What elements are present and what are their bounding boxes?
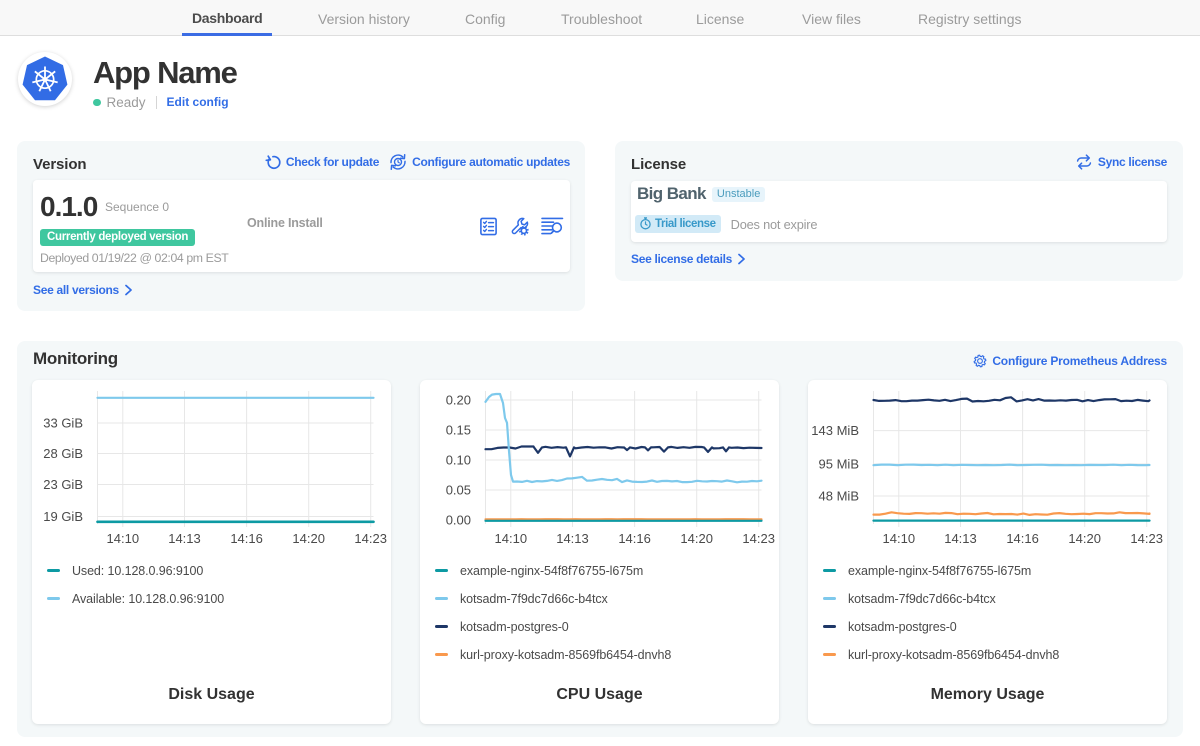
svg-text:14:16: 14:16 (230, 531, 263, 546)
svg-text:0.20: 0.20 (446, 393, 471, 408)
svg-text:48 MiB: 48 MiB (819, 489, 859, 504)
svg-text:0.05: 0.05 (446, 483, 471, 498)
svg-text:14:20: 14:20 (680, 531, 713, 546)
svg-text:14:10: 14:10 (107, 531, 140, 546)
svg-text:14:20: 14:20 (292, 531, 325, 546)
svg-text:14:23: 14:23 (354, 531, 387, 546)
svg-text:0.10: 0.10 (446, 453, 471, 468)
svg-text:0.15: 0.15 (446, 423, 471, 438)
svg-text:14:10: 14:10 (495, 531, 528, 546)
svg-text:14:23: 14:23 (742, 531, 775, 546)
svg-text:14:23: 14:23 (1130, 531, 1163, 546)
svg-text:14:13: 14:13 (944, 531, 977, 546)
svg-text:14:20: 14:20 (1068, 531, 1101, 546)
svg-text:14:13: 14:13 (556, 531, 589, 546)
svg-text:28 GiB: 28 GiB (43, 446, 83, 461)
svg-text:23 GiB: 23 GiB (43, 477, 83, 492)
svg-text:95 MiB: 95 MiB (819, 457, 859, 472)
svg-text:14:13: 14:13 (168, 531, 201, 546)
svg-text:0.00: 0.00 (446, 513, 471, 528)
svg-text:14:16: 14:16 (1006, 531, 1039, 546)
svg-text:14:10: 14:10 (883, 531, 916, 546)
svg-text:19 GiB: 19 GiB (43, 509, 83, 524)
svg-text:33 GiB: 33 GiB (43, 416, 83, 431)
svg-text:143 MiB: 143 MiB (811, 423, 859, 438)
svg-text:14:16: 14:16 (618, 531, 651, 546)
